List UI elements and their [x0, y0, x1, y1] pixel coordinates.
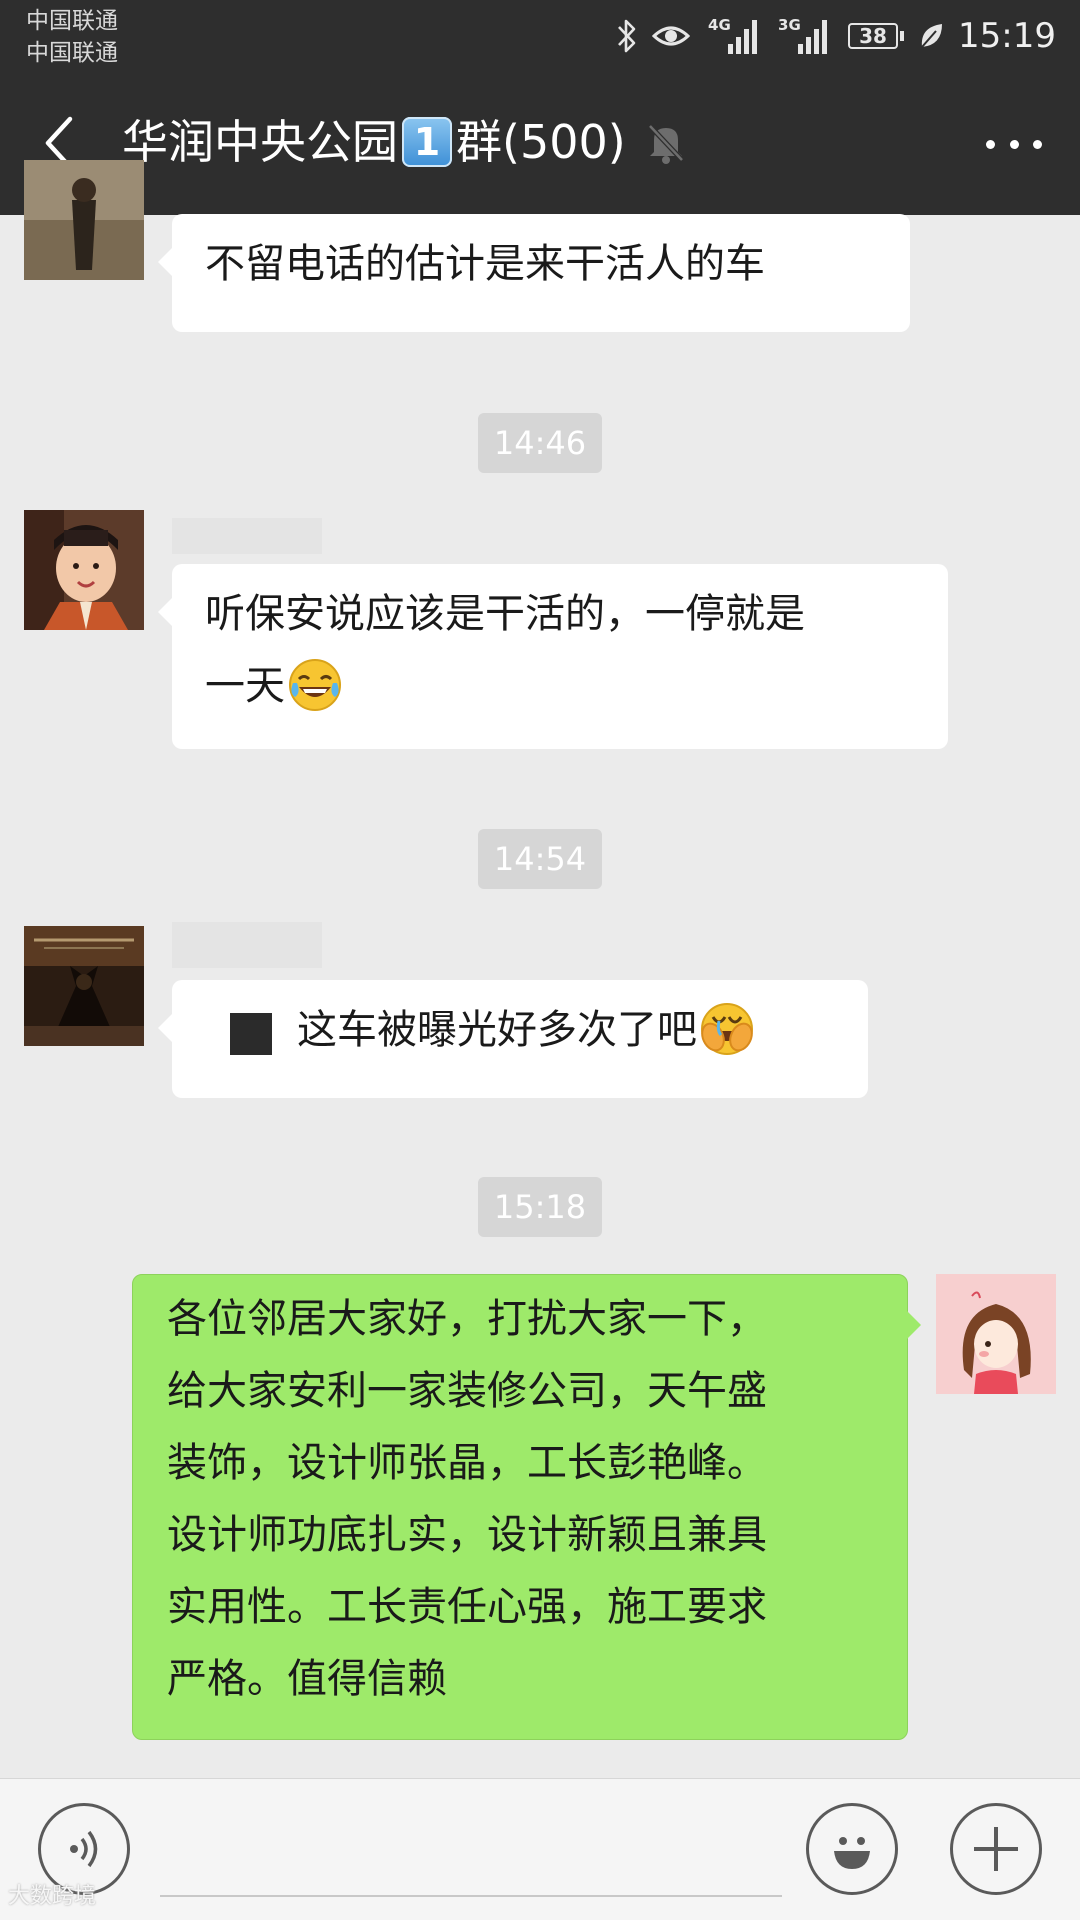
carrier-1: 中国联通 [26, 8, 118, 34]
title-number-badge: 1 [402, 117, 452, 167]
chat-title-suffix: 群(500) [456, 115, 626, 169]
mute-bell-icon [646, 120, 686, 164]
sender-avatar-1[interactable] [24, 160, 144, 280]
message-line-6: 严格。值得信赖 [167, 1656, 447, 1702]
message-line-3: 装饰，设计师张晶，工长彭艳峰。 [167, 1440, 767, 1486]
battery-level: 38 [848, 23, 899, 49]
message-text: 这车被曝光好多次了吧 [297, 1007, 697, 1053]
battery-icon: 38 [848, 23, 905, 49]
carrier-2: 中国联通 [26, 40, 118, 66]
timestamp-3: 15:18 [478, 1177, 602, 1237]
sender-name-blurred [172, 518, 322, 554]
voice-icon [70, 1830, 98, 1868]
sender-avatar-3[interactable] [24, 926, 144, 1046]
timestamp-2: 14:54 [478, 829, 602, 889]
emoji-icon [834, 1837, 870, 1869]
message-line-5: 实用性。工长责任心强，施工要求 [167, 1584, 767, 1630]
message-bubble-own[interactable]: 各位邻居大家好，打扰大家一下， 给大家安利一家装修公司，天午盛 装饰，设计师张晶… [132, 1274, 921, 1740]
message-bubble-1[interactable]: 不留电话的估计是来干活人的车 [158, 214, 910, 332]
message-line-4: 设计师功底扎实，设计新颖且兼具 [167, 1512, 767, 1558]
timestamp-1: 14:46 [478, 413, 602, 473]
plus-button[interactable] [950, 1803, 1042, 1895]
leaf-icon [918, 21, 944, 51]
status-icons: 4G 3G 38 15:19 [602, 12, 1056, 60]
message-text-line-2-text: 一天 [205, 663, 285, 709]
my-avatar[interactable] [936, 1274, 1056, 1394]
eye-icon [652, 22, 691, 50]
crying-laughing-emoji-icon [701, 1003, 753, 1055]
redacted-square [230, 1013, 272, 1055]
chat-title: 华润中央公园 1 群(500) [122, 112, 686, 172]
message-line-2: 给大家安利一家装修公司，天午盛 [167, 1368, 767, 1414]
input-bar [0, 1778, 1080, 1920]
sender-avatar-2[interactable] [24, 510, 144, 630]
message-bubble-3[interactable]: 这车被曝光好多次了吧 [158, 980, 868, 1098]
more-dots-icon [986, 139, 995, 149]
message-text-line-2: 一天 [205, 650, 915, 722]
status-time: 15:19 [958, 16, 1056, 56]
message-text: 不留电话的估计是来干活人的车 [205, 241, 765, 287]
chat-title-prefix: 华润中央公园 [122, 115, 398, 169]
chat-screen: 中国联通 中国联通 4G 3G 38 15:19 华润中央公园 1 群(500)… [0, 0, 1080, 1920]
more-options-button[interactable] [986, 134, 1042, 154]
sender-name-blurred [172, 922, 322, 968]
signal-3g-icon: 3G [778, 16, 830, 56]
message-line-1: 各位邻居大家好，打扰大家一下， [167, 1296, 767, 1342]
message-input[interactable] [160, 1895, 782, 1897]
bluetooth-icon [616, 18, 638, 54]
message-bubble-2[interactable]: 听保安说应该是干活的，一停就是 一天 [158, 564, 948, 749]
tears-of-joy-emoji-icon [289, 659, 341, 711]
watermark: 大数跨境 [8, 1884, 97, 1909]
emoji-button[interactable] [806, 1803, 898, 1895]
signal-4g-icon: 4G [708, 16, 760, 56]
message-text-line-1: 听保安说应该是干活的，一停就是 [205, 591, 805, 637]
plus-icon [974, 1827, 1018, 1871]
top-bar: 中国联通 中国联通 4G 3G 38 15:19 华润中央公园 1 群(500) [0, 0, 1080, 215]
